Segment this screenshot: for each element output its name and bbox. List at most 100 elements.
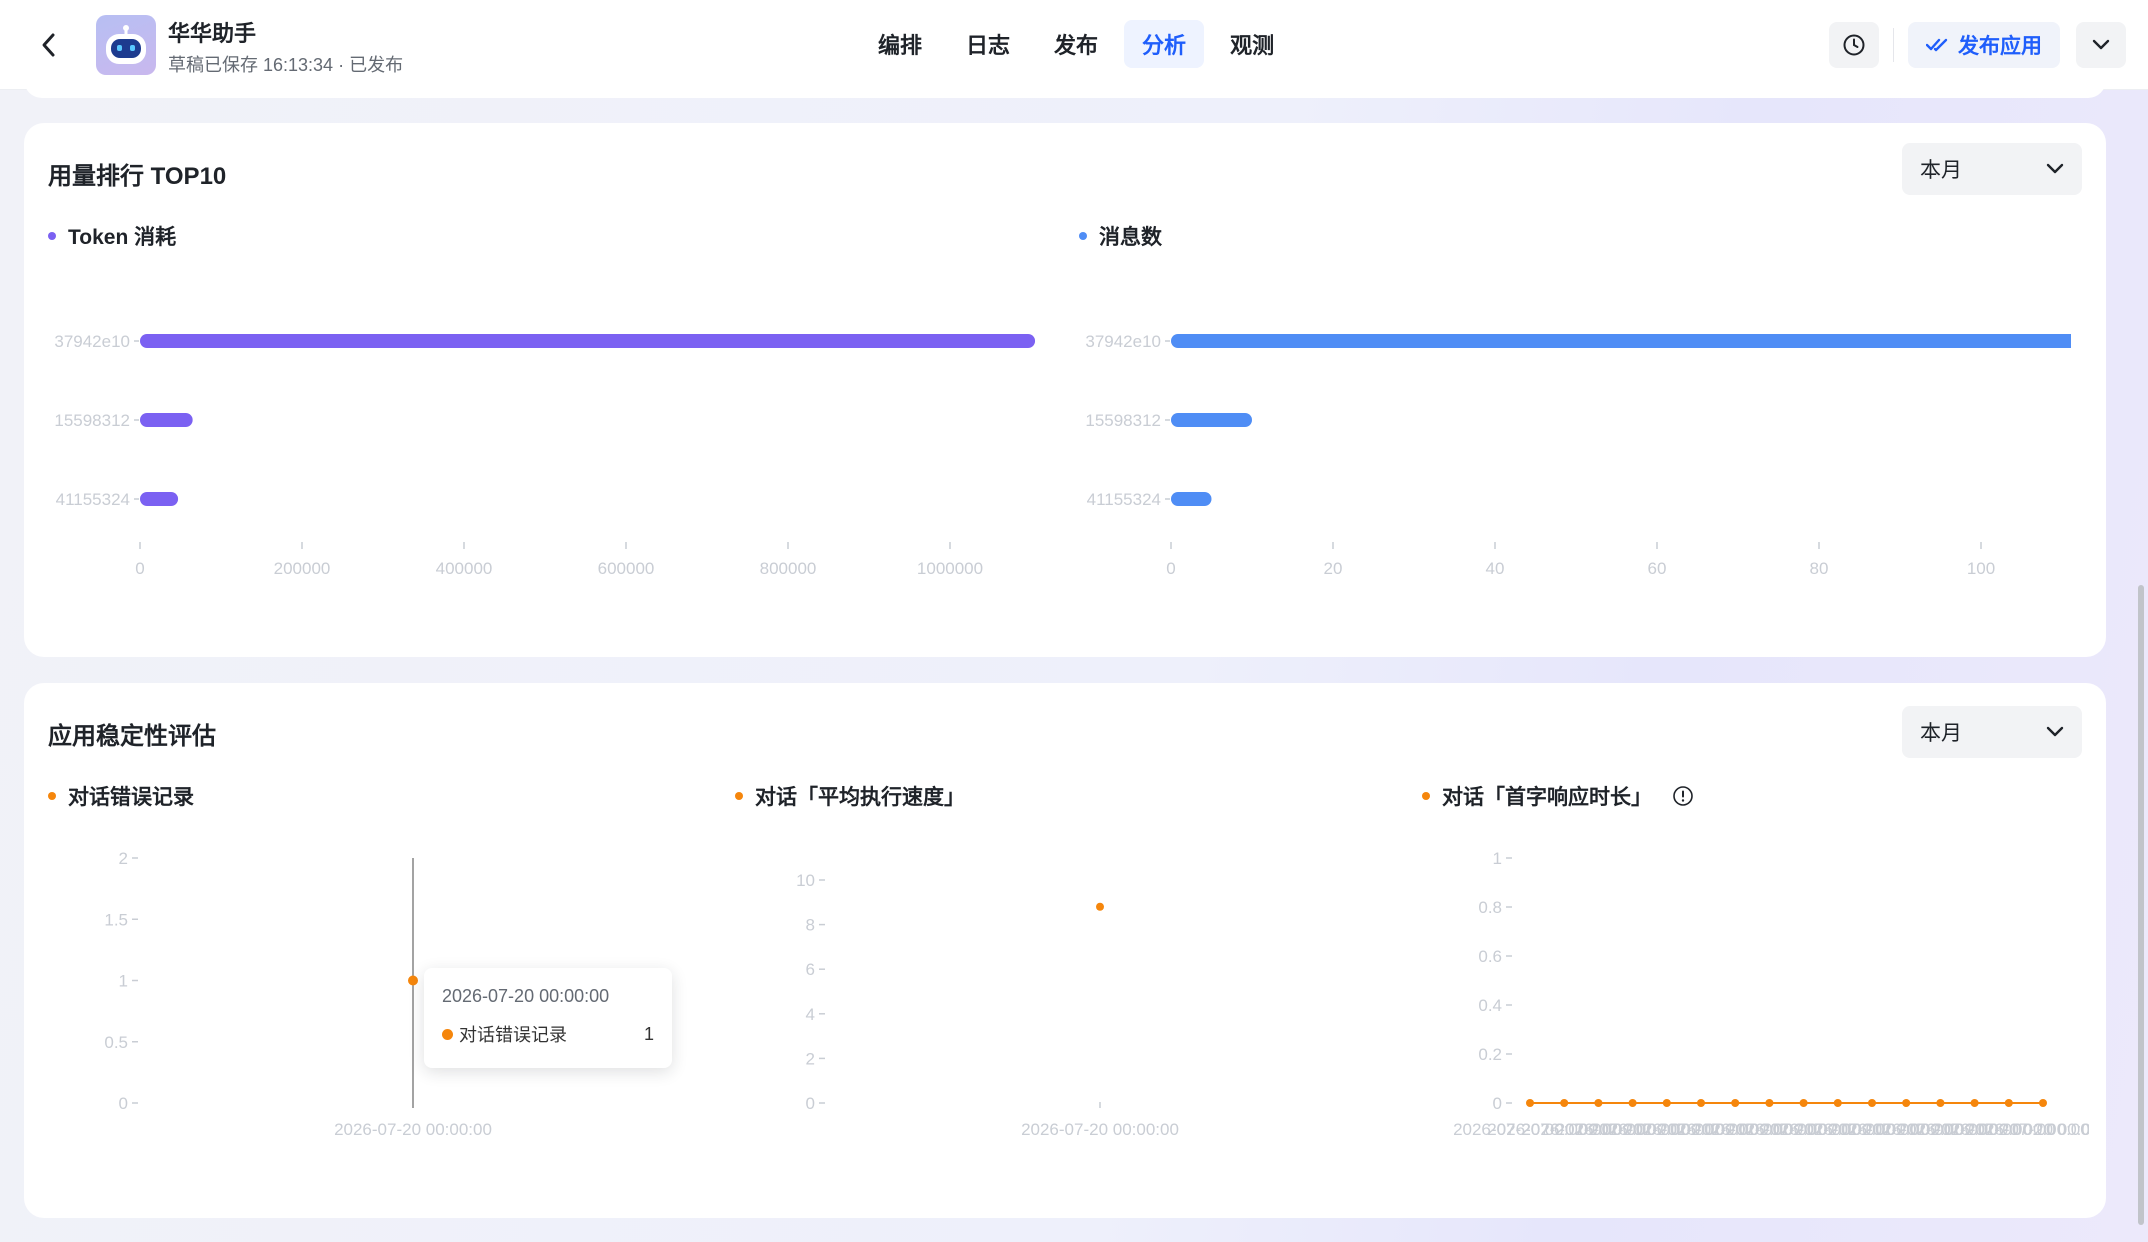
x-tick-label: 800000 bbox=[760, 559, 817, 578]
y-tick-label: 2 bbox=[119, 849, 128, 868]
robot-icon bbox=[106, 25, 146, 64]
chevron-left-icon bbox=[42, 33, 55, 57]
data-point bbox=[1902, 1099, 1911, 1107]
data-point bbox=[1096, 902, 1104, 911]
y-tick-label: 1 bbox=[1493, 849, 1502, 868]
chevron-down-icon bbox=[2092, 39, 2110, 50]
publish-app-label: 发布应用 bbox=[1958, 35, 2042, 58]
bar bbox=[140, 413, 193, 427]
tooltip-dot bbox=[442, 1028, 453, 1040]
bar bbox=[140, 334, 1036, 348]
errors-series-label: 对话错误记录 bbox=[48, 781, 194, 811]
tab-observe[interactable]: 观测 bbox=[1212, 20, 1292, 68]
data-point bbox=[1970, 1099, 1979, 1107]
bar bbox=[140, 492, 179, 506]
data-point bbox=[2004, 1099, 2013, 1107]
y-tick-label: 0.4 bbox=[1478, 996, 1502, 1015]
first-response-legend-dot bbox=[1422, 792, 1430, 800]
y-tick-label: 2 bbox=[806, 1049, 815, 1068]
main-nav: 编排 日志 发布 分析 观测 bbox=[856, 20, 1296, 68]
data-point bbox=[1731, 1099, 1740, 1107]
usage-period-value: 本月 bbox=[1920, 159, 1962, 182]
usage-ranking-title: 用量排行 TOP10 bbox=[48, 163, 227, 190]
x-tick-label: 2026-07-20 00:00:00 bbox=[1021, 1120, 1179, 1139]
x-tick-label: 400000 bbox=[436, 559, 493, 578]
y-tick-label: 6 bbox=[806, 960, 815, 979]
tooltip-series: 对话错误记录 bbox=[442, 1021, 567, 1047]
tooltip-series-name: 对话错误记录 bbox=[459, 1025, 567, 1045]
tab-logs[interactable]: 日志 bbox=[948, 20, 1028, 68]
usage-period-select[interactable]: 本月 bbox=[1902, 143, 2082, 195]
data-point bbox=[1697, 1099, 1705, 1107]
first-response-chart: 00.20.40.60.812026-07-20 00:00:002026-07… bbox=[1453, 849, 2089, 1139]
tab-analytics[interactable]: 分析 bbox=[1124, 20, 1205, 68]
y-tick-label: 0 bbox=[806, 1094, 815, 1113]
data-point bbox=[408, 975, 418, 986]
y-tick-label: 1 bbox=[119, 972, 128, 991]
publish-app-button[interactable]: 发布应用 bbox=[1908, 22, 2060, 68]
data-point bbox=[1765, 1099, 1774, 1107]
bar bbox=[1171, 334, 2071, 348]
tooltip-value: 1 bbox=[643, 1023, 654, 1044]
token-usage-chart: 37942e10 15598312 41155324 0 200000 400000 600… bbox=[54, 332, 1036, 578]
x-tick-label: 2026-07-20 00:00:00 bbox=[1966, 1120, 2089, 1139]
y-tick-label: 41155324 bbox=[56, 490, 130, 509]
data-point bbox=[1662, 1099, 1671, 1107]
app-name: 华华助手 bbox=[168, 21, 257, 46]
first-response-series-label: 对话「首字响应时长」 bbox=[1422, 781, 1694, 811]
page-scrollbar-thumb[interactable] bbox=[2138, 585, 2144, 1225]
token-series-label: Token 消耗 bbox=[48, 221, 176, 251]
y-tick-label: 37942e10 bbox=[54, 332, 130, 351]
bar bbox=[1171, 492, 1212, 506]
data-point bbox=[1526, 1099, 1534, 1107]
clock-icon bbox=[1843, 34, 1865, 56]
y-tick-label: 0 bbox=[1493, 1094, 1502, 1113]
y-tick-label: 0.5 bbox=[104, 1033, 128, 1052]
x-tick-label: 0 bbox=[135, 559, 144, 578]
token-series-text: Token 消耗 bbox=[68, 226, 177, 249]
tooltip-row: 对话错误记录 1 bbox=[442, 1021, 654, 1047]
history-button[interactable] bbox=[1829, 22, 1879, 68]
data-point bbox=[1833, 1099, 1842, 1107]
data-point bbox=[1936, 1099, 1945, 1107]
header-divider bbox=[1893, 28, 1894, 62]
y-tick-label: 4 bbox=[806, 1005, 815, 1024]
tooltip-date: 2026-07-20 00:00:00 bbox=[442, 986, 610, 1006]
data-point bbox=[2039, 1099, 2047, 1107]
publish-more-button[interactable] bbox=[2076, 22, 2126, 68]
messages-series-text: 消息数 bbox=[1099, 226, 1162, 249]
x-tick-label: 40 bbox=[1486, 559, 1505, 578]
y-tick-label: 0.8 bbox=[1478, 898, 1502, 917]
messages-series-label: 消息数 bbox=[1079, 221, 1162, 251]
x-tick-label: 200000 bbox=[274, 559, 331, 578]
messages-legend-dot bbox=[1079, 232, 1087, 240]
top-bar: 华华助手 草稿已保存 16:13:34 · 已发布 编排 日志 发布 分析 观测… bbox=[0, 0, 2148, 90]
y-tick-label: 0 bbox=[119, 1094, 128, 1113]
data-point bbox=[1799, 1099, 1808, 1107]
x-tick-label: 600000 bbox=[598, 559, 655, 578]
tab-orchestrate[interactable]: 编排 bbox=[860, 20, 940, 68]
data-point bbox=[1560, 1099, 1569, 1107]
first-response-series-text: 对话「首字响应时长」 bbox=[1442, 786, 1652, 809]
stability-period-select[interactable]: 本月 bbox=[1902, 706, 2082, 758]
chevron-down-icon bbox=[2046, 163, 2064, 174]
speed-series-label: 对话「平均执行速度」 bbox=[735, 781, 965, 811]
x-tick-label: 100 bbox=[1967, 559, 1995, 578]
tab-publish[interactable]: 发布 bbox=[1036, 20, 1116, 68]
errors-series-text: 对话错误记录 bbox=[68, 786, 194, 809]
info-circle-icon[interactable] bbox=[1672, 785, 1694, 807]
y-tick-label: 0.6 bbox=[1478, 947, 1502, 966]
previous-card-edge bbox=[24, 80, 2106, 98]
y-tick-label: 8 bbox=[806, 916, 815, 935]
y-tick-label: 15598312 bbox=[54, 411, 130, 430]
y-tick-label: 1.5 bbox=[104, 910, 128, 929]
chevron-down-icon bbox=[2046, 726, 2064, 737]
errors-legend-dot bbox=[48, 792, 56, 800]
back-button[interactable] bbox=[32, 28, 66, 62]
token-legend-dot bbox=[48, 232, 56, 240]
save-status: 草稿已保存 16:13:34 · 已发布 bbox=[168, 55, 404, 75]
data-point bbox=[1868, 1099, 1876, 1107]
speed-series-text: 对话「平均执行速度」 bbox=[755, 786, 965, 809]
data-point bbox=[1628, 1099, 1637, 1107]
x-tick-label: 0 bbox=[1166, 559, 1175, 578]
